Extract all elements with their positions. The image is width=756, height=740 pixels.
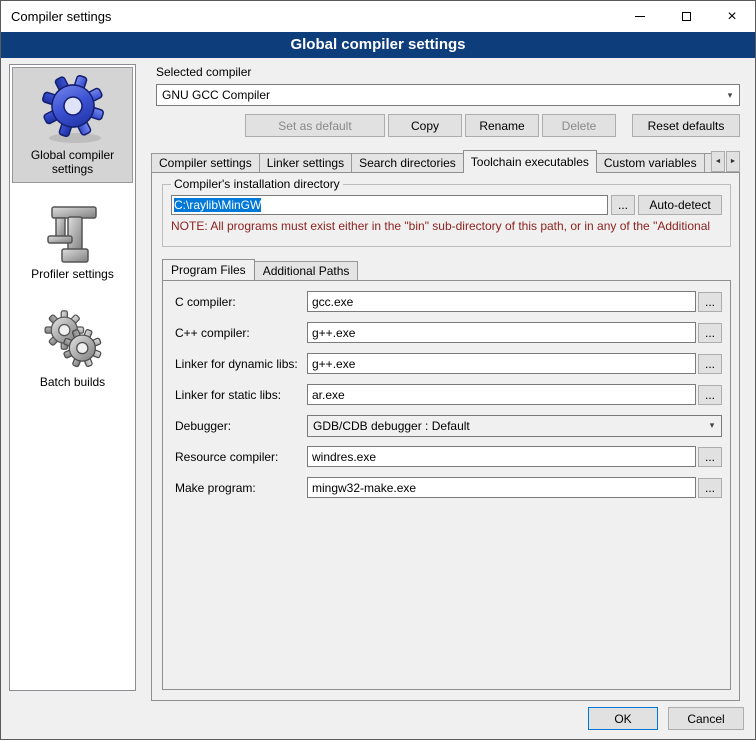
minimize-icon	[635, 16, 645, 17]
tab-search-directories[interactable]: Search directories	[351, 153, 464, 173]
sidebar-item-label: Batch builds	[14, 373, 131, 389]
bin-subdirectory-note: NOTE: All programs must exist either in …	[171, 219, 722, 233]
sidebar-item-label: Global compiler settings	[15, 146, 130, 176]
compiler-buttons-row: Set as default Copy Rename Delete Reset …	[146, 114, 740, 137]
compiler-settings-window: Compiler settings × Global compiler sett…	[0, 0, 756, 740]
sidebar-item-global-compiler-settings[interactable]: Global compiler settings	[12, 67, 133, 183]
debugger-label: Debugger:	[175, 419, 307, 433]
debugger-select[interactable]: GDB/CDB debugger : Default ▾	[307, 415, 722, 437]
profiler-tool-icon	[14, 203, 131, 265]
titlebar-buttons: ×	[617, 1, 755, 32]
settings-tabstrip: Compiler settings Linker settings Search…	[151, 150, 740, 173]
tab-scroll-left-button[interactable]: ◄	[711, 151, 725, 172]
dialog-footer: OK Cancel	[588, 707, 744, 730]
resource-compiler-input[interactable]	[307, 446, 696, 467]
dialog-header: Global compiler settings	[1, 32, 755, 58]
cpp-compiler-label: C++ compiler:	[175, 326, 307, 340]
linker-static-browse-button[interactable]: ...	[698, 385, 722, 405]
minimize-button[interactable]	[617, 1, 663, 32]
selected-compiler-label: Selected compiler	[156, 65, 251, 79]
arrow-right-icon: ►	[730, 158, 737, 165]
chevron-down-icon: ▾	[703, 420, 721, 431]
install-dir-selected-text: C:\raylib\MinGW	[174, 198, 261, 212]
auto-detect-button[interactable]: Auto-detect	[638, 195, 722, 215]
chevron-down-icon: ▾	[721, 90, 739, 101]
cancel-button[interactable]: Cancel	[668, 707, 744, 730]
tab-compiler-settings[interactable]: Compiler settings	[151, 153, 260, 173]
ok-button[interactable]: OK	[588, 707, 658, 730]
subtab-program-files[interactable]: Program Files	[162, 259, 255, 280]
sidebar-item-label: Profiler settings	[14, 265, 131, 281]
close-button[interactable]: ×	[709, 1, 755, 32]
sidebar-item-batch-builds[interactable]: Batch builds	[12, 303, 133, 395]
linker-static-label: Linker for static libs:	[175, 388, 307, 402]
rename-button[interactable]: Rename	[465, 114, 539, 137]
maximize-button[interactable]	[663, 1, 709, 32]
debugger-row: Debugger: GDB/CDB debugger : Default ▾	[175, 415, 722, 436]
close-icon: ×	[727, 9, 736, 25]
tab-scrollers: ◄ ►	[711, 151, 740, 172]
make-program-label: Make program:	[175, 481, 307, 495]
cpp-compiler-browse-button[interactable]: ...	[698, 323, 722, 343]
installation-directory-group: Compiler's installation directory C:\ray…	[162, 177, 731, 247]
reset-defaults-button[interactable]: Reset defaults	[632, 114, 740, 137]
install-dir-browse-button[interactable]: ...	[611, 195, 635, 215]
set-as-default-button: Set as default	[245, 114, 385, 137]
sidebar-item-profiler-settings[interactable]: Profiler settings	[12, 199, 133, 287]
main-area: Selected compiler GNU GCC Compiler ▾ Set…	[146, 64, 747, 701]
installation-directory-group-title: Compiler's installation directory	[171, 177, 343, 191]
delete-button: Delete	[542, 114, 616, 137]
linker-dynamic-browse-button[interactable]: ...	[698, 354, 722, 374]
program-files-tabstrip: Program Files Additional Paths	[162, 259, 357, 280]
copy-button[interactable]: Copy	[388, 114, 462, 137]
install-dir-input[interactable]: C:\raylib\MinGW	[171, 195, 608, 215]
debugger-value: GDB/CDB debugger : Default	[313, 419, 703, 433]
c-compiler-browse-button[interactable]: ...	[698, 292, 722, 312]
tab-custom-variables[interactable]: Custom variables	[596, 153, 705, 173]
resource-compiler-row: Resource compiler: ...	[175, 446, 722, 467]
make-program-row: Make program: ...	[175, 477, 722, 498]
c-compiler-row: C compiler: ...	[175, 291, 722, 312]
selected-compiler-value: GNU GCC Compiler	[162, 88, 721, 102]
linker-dynamic-input[interactable]	[307, 353, 696, 374]
window-title: Compiler settings	[1, 9, 617, 24]
resource-compiler-browse-button[interactable]: ...	[698, 447, 722, 467]
blue-gear-icon	[15, 72, 130, 146]
sidebar: Global compiler settings	[9, 64, 136, 691]
linker-static-row: Linker for static libs: ...	[175, 384, 722, 405]
installation-directory-row: C:\raylib\MinGW ... Auto-detect	[171, 195, 722, 215]
batch-builds-gears-icon	[14, 307, 131, 373]
tab-scroll-right-button[interactable]: ►	[726, 151, 740, 172]
linker-dynamic-row: Linker for dynamic libs: ...	[175, 353, 722, 374]
subtab-additional-paths[interactable]: Additional Paths	[254, 261, 359, 280]
tab-linker-settings[interactable]: Linker settings	[259, 153, 352, 173]
tab-toolchain-executables[interactable]: Toolchain executables	[463, 150, 597, 173]
make-program-browse-button[interactable]: ...	[698, 478, 722, 498]
maximize-icon	[682, 12, 691, 21]
linker-static-input[interactable]	[307, 384, 696, 405]
cpp-compiler-input[interactable]	[307, 322, 696, 343]
titlebar: Compiler settings ×	[1, 1, 755, 32]
c-compiler-input[interactable]	[307, 291, 696, 312]
arrow-left-icon: ◄	[715, 158, 722, 165]
make-program-input[interactable]	[307, 477, 696, 498]
cpp-compiler-row: C++ compiler: ...	[175, 322, 722, 343]
c-compiler-label: C compiler:	[175, 295, 307, 309]
resource-compiler-label: Resource compiler:	[175, 450, 307, 464]
program-files-panel: C compiler: ... C++ compiler: ... Linker…	[162, 280, 731, 690]
linker-dynamic-label: Linker for dynamic libs:	[175, 357, 307, 371]
toolchain-executables-panel: Compiler's installation directory C:\ray…	[151, 172, 740, 701]
selected-compiler-combobox[interactable]: GNU GCC Compiler ▾	[156, 84, 740, 106]
